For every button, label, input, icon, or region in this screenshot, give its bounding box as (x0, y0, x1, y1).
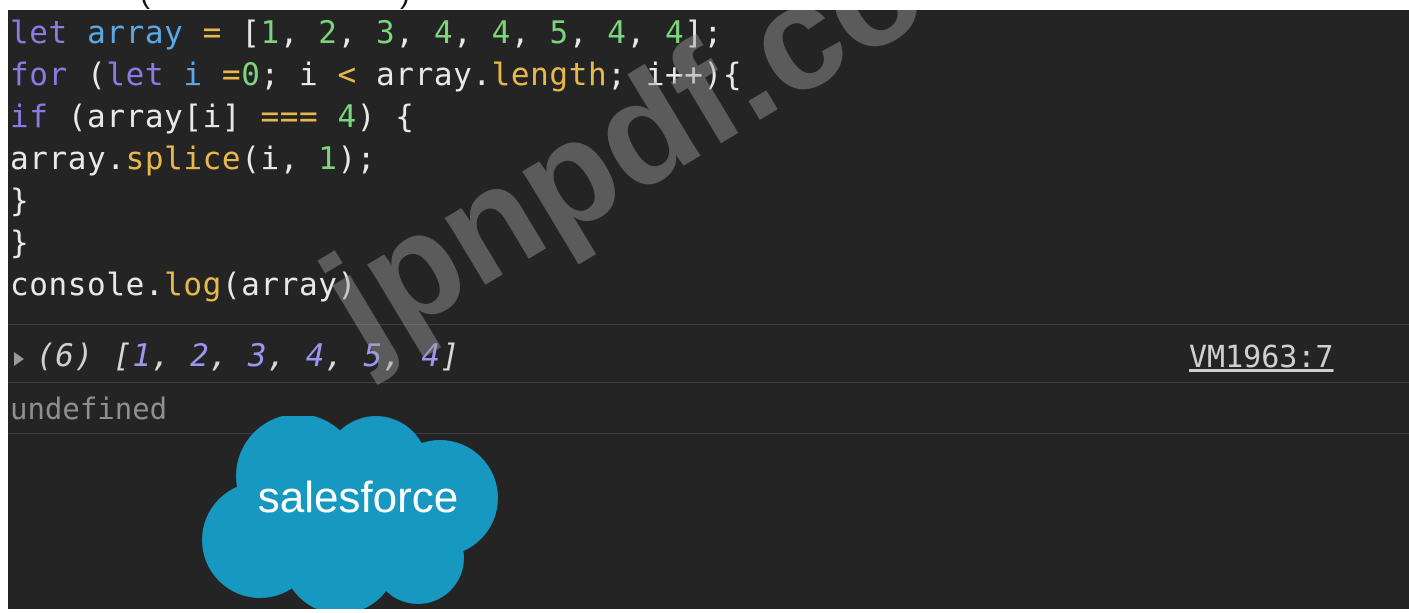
code-token: length (491, 57, 608, 93)
code-line: if (array[i] === 4) { (10, 96, 742, 138)
code-token: , (279, 15, 319, 51)
code-line: console.log(array) (10, 264, 742, 306)
code-token: < (337, 57, 357, 93)
array-value: 1 (132, 338, 152, 374)
code-token: (array[i] (48, 99, 261, 135)
code-token: 0 (241, 57, 261, 93)
code-token: 4 (665, 15, 685, 51)
code-token: (i, (241, 141, 319, 177)
caption-strip: ( ) (0, 0, 1409, 10)
array-value: 3 (247, 338, 268, 374)
divider-middle (8, 382, 1409, 383)
code-token: 4 (607, 15, 627, 51)
code-token: = (202, 57, 242, 93)
code-token: , (337, 15, 377, 51)
code-line: array.splice(i, 1); (10, 138, 742, 180)
code-token: 5 (549, 15, 569, 51)
console-output-row: (6) [1, 2, 3, 4, 5, 4] VM1963:7 (8, 334, 1409, 386)
code-token: array. (356, 57, 492, 93)
expand-triangle-icon[interactable] (14, 352, 24, 366)
code-token: , (568, 15, 608, 51)
code-token: , (510, 15, 550, 51)
code-token: = (183, 15, 242, 51)
array-separator: , (209, 338, 248, 374)
salesforce-logo: salesforce (200, 414, 505, 613)
code-line: let array = [1, 2, 3, 4, 4, 5, 4, 4]; (10, 12, 742, 54)
caption-text: ( ) (140, 0, 410, 10)
code-token: ); (337, 141, 377, 177)
salesforce-logo-text: salesforce (257, 473, 459, 522)
code-token: 4 (337, 99, 357, 135)
code-token: 2 (318, 15, 338, 51)
code-token: ) { (356, 99, 415, 135)
return-value: undefined (10, 392, 168, 426)
code-token: , (626, 15, 666, 51)
code-token: log (164, 267, 222, 303)
code-token: console. (10, 267, 165, 303)
code-token: ( (67, 57, 107, 93)
array-separator: , (324, 338, 364, 374)
array-value: 4 (305, 338, 325, 374)
array-separator: , (267, 338, 306, 374)
array-separator: , (151, 338, 191, 374)
code-token: } (10, 225, 30, 261)
array-length-label: (6) (36, 338, 114, 374)
code-input[interactable]: let array = [1, 2, 3, 4, 4, 5, 4, 4]; for… (10, 12, 742, 306)
code-token: let (10, 15, 88, 51)
code-token: === (260, 99, 319, 135)
code-token: 1 (260, 15, 280, 51)
code-token: if (10, 99, 49, 135)
array-output[interactable]: (6) [1, 2, 3, 4, 5, 4] (36, 338, 460, 374)
code-token: let (106, 57, 165, 93)
code-token: 4 (433, 15, 454, 51)
code-line: for (let i =0; i < array.length; i++){ (10, 54, 742, 96)
code-token: 3 (376, 15, 396, 51)
divider-top (8, 324, 1409, 325)
code-token: [ (241, 15, 261, 51)
code-token: ; i++){ (607, 57, 743, 93)
code-token: for (10, 57, 68, 93)
code-token: array. (10, 141, 126, 177)
array-value: 2 (190, 338, 210, 374)
code-line: } (10, 222, 742, 264)
array-value: 4 (421, 338, 441, 374)
array-open-bracket: [ (113, 338, 133, 374)
code-token: , (453, 15, 492, 51)
code-token: splice (125, 141, 242, 177)
code-token: 4 (491, 15, 511, 51)
array-separator: , (382, 338, 422, 374)
array-close-bracket: ] (440, 338, 460, 374)
code-token: i (183, 57, 203, 93)
code-token: } (10, 183, 30, 219)
code-token: ]; (684, 15, 723, 51)
array-value: 5 (363, 338, 383, 374)
code-line: } (10, 180, 742, 222)
code-token: , (395, 15, 434, 51)
source-link[interactable]: VM1963:7 (1189, 340, 1334, 375)
code-token: (array) (221, 267, 357, 303)
code-token: 1 (318, 141, 338, 177)
code-token: array (87, 15, 184, 51)
code-token: ; i (260, 57, 338, 93)
